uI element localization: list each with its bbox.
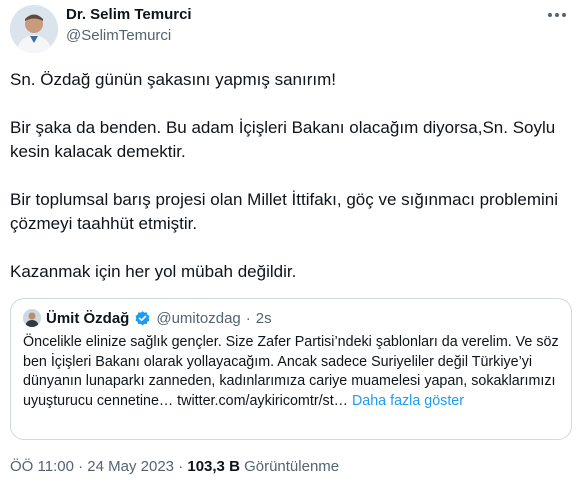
quoted-tweet-time[interactable]: 2s <box>256 310 272 327</box>
tweet-metadata: ÖÖ 11:00 · 24 May 2023 · 103,3 B Görüntü… <box>10 458 339 475</box>
tweet-paragraph: Bir toplumsal barış projesi olan Millet … <box>10 190 559 233</box>
meta-separator: · <box>178 458 184 475</box>
tweet-paragraph: Sn. Özdağ günün şakasını yapmış sanırım! <box>10 70 336 89</box>
author-avatar-image <box>10 5 58 53</box>
quoted-tweet-text: Öncelikle elinize sağlık gençler. Size Z… <box>23 333 563 411</box>
quoted-tweet-body: Öncelikle elinize sağlık gençler. Size Z… <box>23 334 559 409</box>
tweet-time[interactable]: ÖÖ 11:00 <box>10 458 74 475</box>
quoted-tweet-card[interactable]: Ümit Özdağ @umitozdag · 2s Öncelikle eli… <box>10 298 572 440</box>
quoted-author-handle[interactable]: @umitozdag <box>156 310 240 327</box>
tweet-date[interactable]: 24 May 2023 <box>87 458 174 475</box>
meta-separator: · <box>78 458 84 475</box>
quoted-author-avatar-image <box>23 309 41 327</box>
tweet-paragraph: Bir şaka da benden. Bu adam İçişleri Bak… <box>10 118 556 161</box>
show-more-link[interactable]: Daha fazla göster <box>352 393 464 409</box>
quoted-tweet-header: Ümit Özdağ @umitozdag · 2s <box>23 307 272 329</box>
author-avatar[interactable] <box>10 5 58 53</box>
author-handle[interactable]: @SelimTemurci <box>66 27 171 44</box>
more-options-button[interactable] <box>542 4 572 26</box>
quoted-author-avatar[interactable] <box>23 309 41 327</box>
views-count: 103,3 B <box>187 458 240 475</box>
tweet-paragraph: Kazanmak için her yol mübah değildir. <box>10 262 297 281</box>
quoted-author-name[interactable]: Ümit Özdağ <box>46 310 129 327</box>
verified-badge-icon <box>134 310 151 327</box>
views-label: Görüntülenme <box>244 458 340 475</box>
quoted-separator: · <box>245 309 251 327</box>
more-horizontal-icon <box>548 13 566 17</box>
author-name[interactable]: Dr. Selim Temurci <box>66 6 192 23</box>
tweet-text: Sn. Özdağ günün şakasını yapmış sanırım!… <box>10 68 578 308</box>
